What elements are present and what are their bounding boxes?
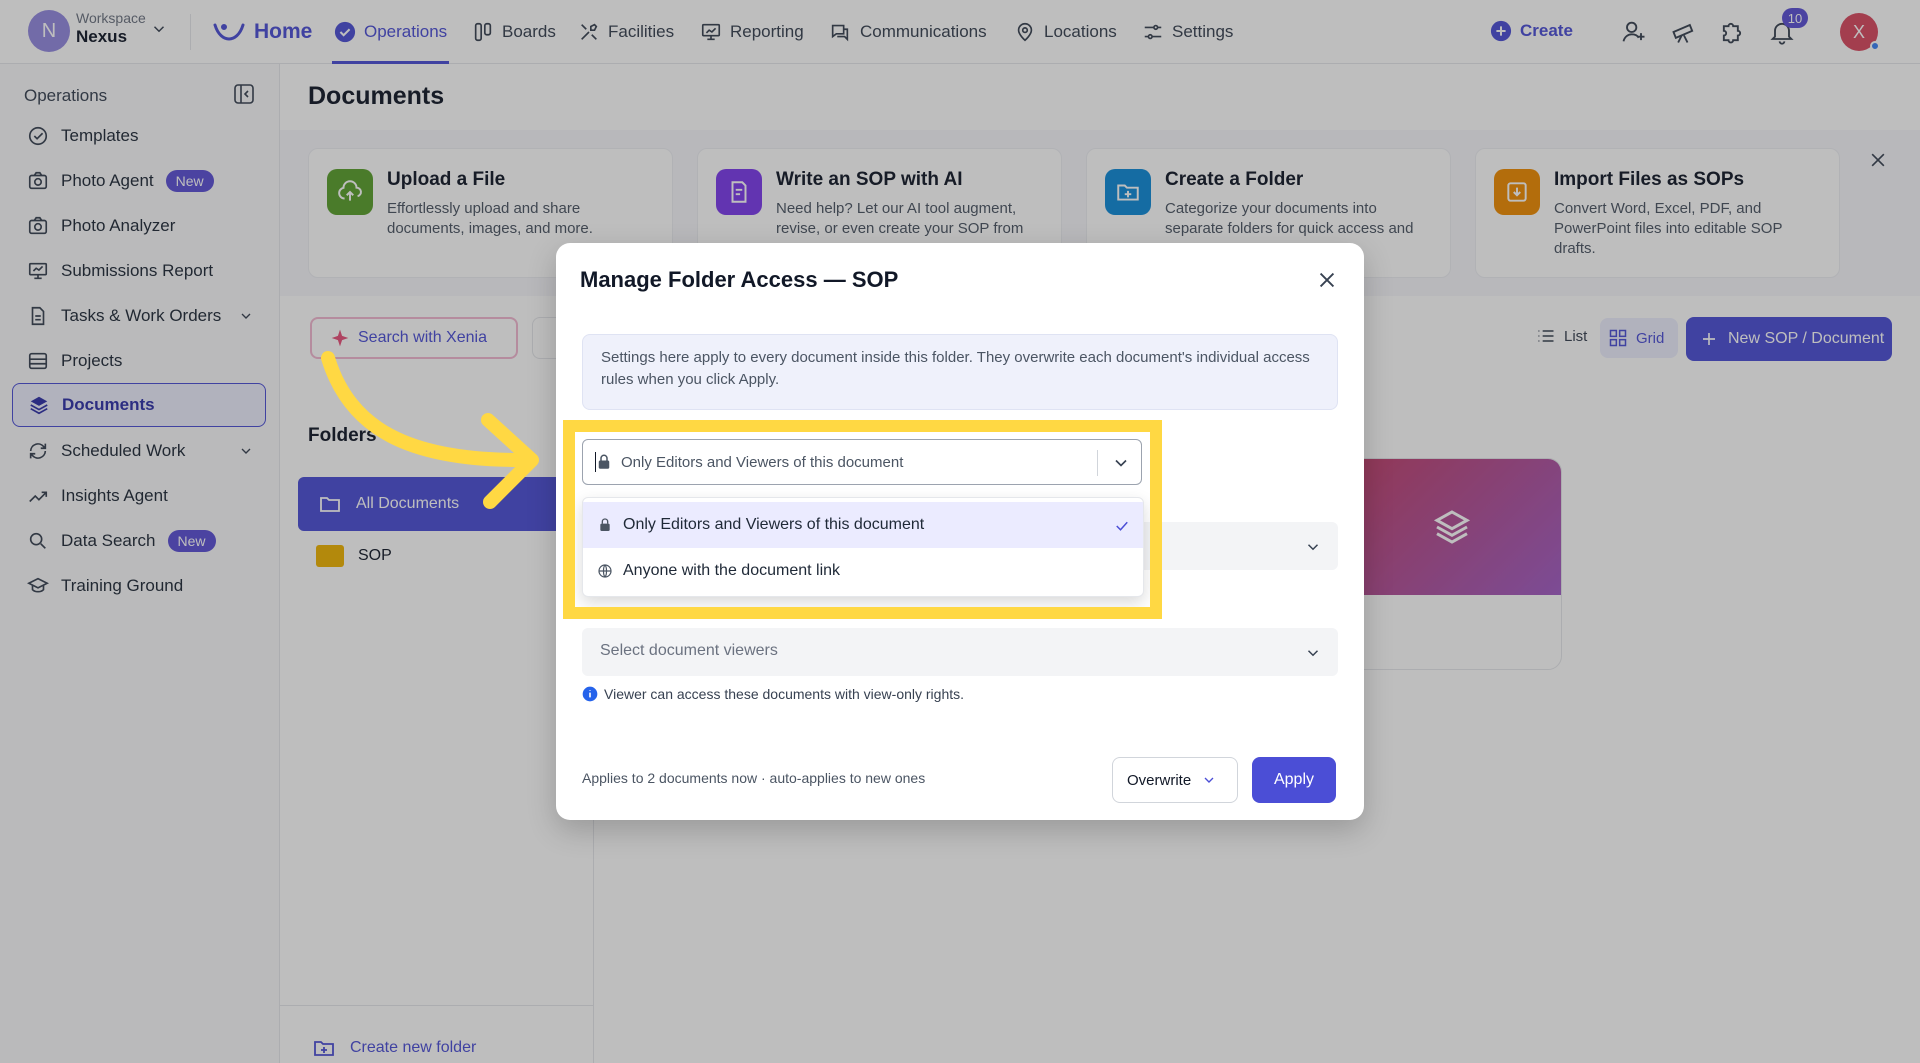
viewer-hint-text: Viewer can access these documents with v… [604,686,965,702]
overwrite-label: Overwrite [1127,771,1192,789]
viewer-hint: Viewer can access these documents with v… [582,686,964,702]
chevron-down-icon [1201,772,1217,788]
annotation-arrow-icon [310,340,550,520]
annotation-highlight-box [563,420,1162,619]
footer-note: Applies to 2 documents now · auto-applie… [582,770,926,786]
viewers-placeholder: Select document viewers [600,642,778,659]
chevron-down-icon[interactable] [1304,538,1322,556]
viewers-select[interactable]: Select document viewers [582,628,1338,676]
info-banner: Settings here apply to every document in… [582,334,1338,410]
modal-title: Manage Folder Access — SOP [580,267,899,292]
chevron-down-icon[interactable] [1304,644,1322,662]
overwrite-mode-select[interactable]: Overwrite [1112,757,1238,803]
apply-button[interactable]: Apply [1252,757,1336,803]
info-icon [582,686,598,702]
close-icon[interactable] [1316,269,1338,291]
